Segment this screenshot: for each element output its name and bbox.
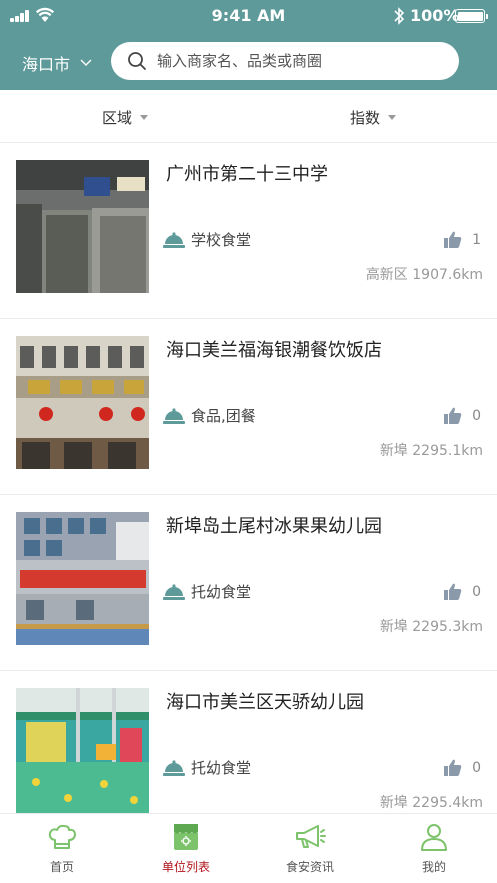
unit-photo bbox=[16, 336, 149, 469]
bluetooth-icon bbox=[394, 7, 405, 25]
unit-name: 海口美兰福海银潮餐饮饭店 bbox=[166, 340, 382, 361]
tab-mine[interactable]: 我的 bbox=[372, 820, 496, 875]
unit-distance-value: 2295.3km bbox=[412, 619, 483, 635]
battery-percent: 100% bbox=[410, 6, 460, 25]
unit-category-label: 托幼食堂 bbox=[191, 583, 252, 601]
unit-name: 新埠岛土尾村冰果果幼儿园 bbox=[166, 516, 382, 537]
filter-region[interactable]: 区域 bbox=[102, 107, 149, 128]
filter-index[interactable]: 指数 bbox=[350, 107, 397, 128]
filter-region-label: 区域 bbox=[102, 109, 133, 127]
search-icon bbox=[128, 52, 146, 70]
unit-distance-value: 2295.1km bbox=[412, 443, 483, 459]
cloche-icon bbox=[163, 759, 185, 776]
list-item[interactable]: 广州市第二十三中学 学校食堂 1 高新区 1907.6km bbox=[0, 143, 497, 319]
unit-category: 托幼食堂 bbox=[163, 581, 251, 602]
thumbs-up-icon bbox=[444, 407, 462, 424]
unit-location: 新埠 bbox=[379, 443, 408, 459]
thumbs-up-icon bbox=[444, 583, 462, 600]
unit-category: 食品,团餐 bbox=[163, 405, 256, 426]
like-count-value: 0 bbox=[472, 407, 481, 424]
tab-bar: 首页 单位列表 食安资讯 我的 bbox=[0, 813, 497, 883]
like-count[interactable]: 1 bbox=[444, 231, 481, 248]
unit-location: 新埠 bbox=[379, 795, 408, 811]
unit-distance: 新埠 2295.1km bbox=[380, 440, 483, 460]
tab-unit-list-label: 单位列表 bbox=[161, 860, 210, 874]
unit-category: 学校食堂 bbox=[163, 229, 251, 250]
storefront-icon bbox=[174, 824, 198, 850]
cloche-icon bbox=[163, 407, 185, 424]
tab-mine-label: 我的 bbox=[421, 860, 446, 874]
like-count-value: 0 bbox=[472, 759, 481, 776]
unit-distance-value: 2295.4km bbox=[412, 795, 483, 811]
unit-distance: 新埠 2295.3km bbox=[380, 616, 483, 636]
tab-food-safety-news-label: 食安资讯 bbox=[285, 860, 334, 874]
tab-food-safety-news[interactable]: 食安资讯 bbox=[248, 820, 372, 875]
unit-name: 海口市美兰区天骄幼儿园 bbox=[166, 692, 364, 713]
unit-location: 高新区 bbox=[365, 267, 408, 283]
chef-hat-icon bbox=[48, 824, 76, 849]
unit-category-label: 学校食堂 bbox=[191, 231, 252, 249]
like-count-value: 1 bbox=[472, 231, 481, 248]
list-item[interactable]: 海口美兰福海银潮餐饮饭店 食品,团餐 0 新埠 2295.1km bbox=[0, 319, 497, 495]
cloche-icon bbox=[163, 231, 185, 248]
unit-category: 托幼食堂 bbox=[163, 757, 251, 778]
search-bar[interactable] bbox=[111, 42, 459, 80]
city-selector[interactable]: 海口市 bbox=[22, 51, 92, 75]
like-count[interactable]: 0 bbox=[444, 759, 481, 776]
unit-photo bbox=[16, 160, 149, 293]
like-count-value: 0 bbox=[472, 583, 481, 600]
cloche-icon bbox=[163, 583, 185, 600]
thumbs-up-icon bbox=[444, 759, 462, 776]
status-bar: 9:41 AM 100% bbox=[0, 0, 497, 32]
unit-distance: 高新区 1907.6km bbox=[366, 264, 483, 284]
app-header: 9:41 AM 100% 海口市 bbox=[0, 0, 497, 90]
unit-list: 广州市第二十三中学 学校食堂 1 高新区 1907.6km 海口美兰福海银潮餐饮… bbox=[0, 143, 497, 813]
battery-icon bbox=[455, 9, 488, 23]
megaphone-icon bbox=[296, 825, 326, 848]
list-item[interactable]: 新埠岛土尾村冰果果幼儿园 托幼食堂 0 新埠 2295.3km bbox=[0, 495, 497, 671]
unit-category-label: 食品,团餐 bbox=[191, 407, 256, 425]
thumbs-up-icon bbox=[444, 231, 462, 248]
unit-photo bbox=[16, 688, 149, 813]
search-input[interactable] bbox=[157, 52, 447, 70]
unit-location: 新埠 bbox=[379, 619, 408, 635]
unit-name: 广州市第二十三中学 bbox=[166, 164, 328, 185]
caret-down-icon bbox=[140, 115, 149, 120]
chevron-down-icon bbox=[80, 59, 92, 66]
city-label: 海口市 bbox=[22, 55, 71, 74]
unit-distance-value: 1907.6km bbox=[412, 267, 483, 283]
unit-distance: 新埠 2295.4km bbox=[380, 792, 483, 812]
unit-photo bbox=[16, 512, 149, 645]
like-count[interactable]: 0 bbox=[444, 407, 481, 424]
filter-bar: 区域 指数 bbox=[0, 90, 497, 143]
caret-down-icon bbox=[388, 115, 397, 120]
unit-category-label: 托幼食堂 bbox=[191, 759, 252, 777]
like-count[interactable]: 0 bbox=[444, 583, 481, 600]
tab-home[interactable]: 首页 bbox=[0, 820, 124, 875]
user-icon bbox=[421, 824, 447, 851]
tab-home-label: 首页 bbox=[49, 860, 74, 874]
tab-unit-list[interactable]: 单位列表 bbox=[124, 820, 248, 875]
filter-index-label: 指数 bbox=[350, 109, 381, 127]
list-item[interactable]: 海口市美兰区天骄幼儿园 托幼食堂 0 新埠 2295.4km bbox=[0, 671, 497, 813]
